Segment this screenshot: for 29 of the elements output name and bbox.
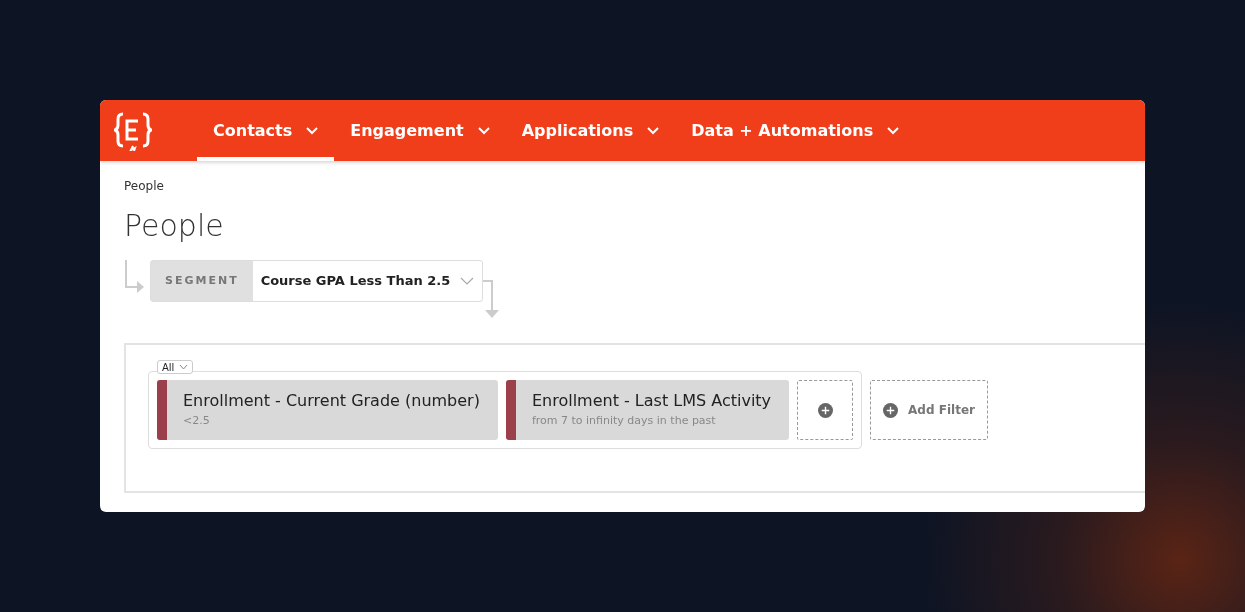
plus-icon [817, 402, 833, 418]
filter-name: Enrollment - Current Grade (number) [183, 390, 480, 412]
filter-detail: <2.5 [183, 413, 211, 429]
chevron-down-icon [887, 126, 900, 135]
segment-selector[interactable]: SEGMENT Course GPA Less Than 2.5 [150, 260, 484, 302]
nav-tab[interactable]: Engagement [334, 100, 506, 161]
chevron-down-icon [647, 126, 660, 135]
filter-detail: from 7 to infinity days in the past [531, 413, 717, 429]
nav-tab[interactable]: Applications [505, 100, 676, 161]
chevron-down-icon [179, 364, 189, 370]
logo-icon[interactable] [114, 110, 152, 151]
breadcrumb[interactable]: People [124, 177, 1145, 195]
nav-tab[interactable]: Data + Automations [675, 100, 916, 161]
segment-value: Course GPA Less Than 2.5 [260, 272, 451, 291]
nav-tab[interactable]: Contacts [197, 100, 335, 161]
add-condition-button[interactable] [797, 380, 854, 440]
add-filter-button[interactable]: Add Filter [870, 380, 988, 440]
chevron-down-icon [306, 126, 319, 135]
page-title: People [124, 207, 225, 245]
flow-arrow-icon [483, 280, 502, 318]
filter-card[interactable]: Enrollment - Last LMS Activity from 7 to infinity days in the past [505, 380, 790, 440]
segment-label: SEGMENT [151, 261, 253, 301]
chevron-down-icon [460, 277, 475, 285]
chevron-down-icon [477, 126, 490, 135]
plus-icon [883, 402, 899, 418]
flow-arrow-icon [124, 260, 144, 294]
filter-card[interactable]: Enrollment - Current Grade (number) <2.5 [157, 380, 498, 440]
match-dropdown[interactable]: All [157, 360, 194, 374]
filter-name: Enrollment - Last LMS Activity [531, 390, 772, 412]
